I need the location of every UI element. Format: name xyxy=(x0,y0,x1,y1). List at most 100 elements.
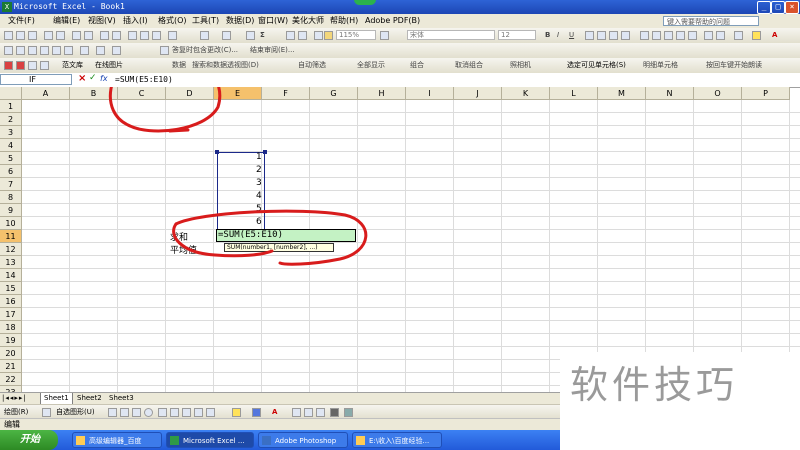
zoom-select[interactable]: 115% xyxy=(336,30,376,40)
menu-help[interactable]: 帮助(H) xyxy=(330,15,358,27)
send-mail-icon[interactable] xyxy=(112,46,121,55)
print-icon[interactable] xyxy=(72,31,81,40)
tab-sheet2[interactable]: Sheet2 xyxy=(74,393,105,404)
template-icon[interactable] xyxy=(4,61,13,70)
select-objects-icon[interactable] xyxy=(42,408,51,417)
menu-tools[interactable]: 工具(T) xyxy=(192,15,219,27)
draw-menu-button[interactable]: 绘图(R) xyxy=(4,407,28,417)
line-icon[interactable] xyxy=(108,408,117,417)
start-button[interactable]: 开始 xyxy=(0,430,58,450)
bold-icon[interactable]: B xyxy=(545,30,550,40)
select-visible-cells-button[interactable]: 选定可见单元格(S) xyxy=(567,60,626,70)
3d-icon[interactable] xyxy=(344,408,353,417)
pivot-chart-button[interactable]: 搜索和数据透视图(D) xyxy=(192,60,259,70)
show-all-button[interactable]: 全部显示 xyxy=(357,60,385,70)
menu-format[interactable]: 格式(O) xyxy=(158,15,187,27)
task-folder[interactable]: E:\收入\百度经验... xyxy=(352,432,442,448)
align-right-icon[interactable] xyxy=(609,31,618,40)
tab-sheet3[interactable]: Sheet3 xyxy=(106,393,137,404)
sheet-nav-arrows-icon[interactable]: |◂◂▸▸| xyxy=(2,393,27,404)
chart-wizard-icon[interactable] xyxy=(314,31,323,40)
delete-comment-icon[interactable] xyxy=(80,46,89,55)
diagram-icon[interactable] xyxy=(182,408,191,417)
maximize-button[interactable]: □ xyxy=(771,1,785,14)
line-color-icon[interactable] xyxy=(252,408,261,417)
speak-on-enter-button[interactable]: 按回车键开始朗读 xyxy=(706,60,762,70)
research-icon[interactable] xyxy=(112,31,121,40)
merge-center-icon[interactable] xyxy=(621,31,630,40)
task-baidu-editor[interactable]: 高级编辑器_百度 xyxy=(72,432,162,448)
italic-icon[interactable]: I xyxy=(557,30,559,40)
new-comment-icon[interactable] xyxy=(4,46,13,55)
line-style-icon[interactable] xyxy=(292,408,301,417)
spelling-icon[interactable] xyxy=(100,31,109,40)
currency-icon[interactable] xyxy=(640,31,649,40)
task-excel[interactable]: Microsoft Excel ... xyxy=(166,432,254,448)
hyperlink-icon[interactable] xyxy=(246,31,255,40)
save-icon[interactable] xyxy=(28,31,37,40)
font-size-select[interactable]: 12 xyxy=(498,30,536,40)
font-color-icon[interactable]: A xyxy=(772,30,777,40)
format-painter-icon[interactable] xyxy=(168,31,177,40)
show-all-comments-icon[interactable] xyxy=(64,46,73,55)
close-button[interactable]: × xyxy=(785,1,799,14)
cut-icon[interactable] xyxy=(128,31,137,40)
wordart-icon[interactable] xyxy=(170,408,179,417)
font-select[interactable]: 宋体 xyxy=(407,30,495,40)
worksheet-grid[interactable]: ABCDEFGHIJKLMNOP 1 2 3 4 5 6 7 8 9 10 11 12 13 14 15 16… xyxy=(0,87,800,392)
next-comment-icon[interactable] xyxy=(40,46,49,55)
task-photoshop[interactable]: Adobe Photoshop xyxy=(258,432,348,448)
dash-style-icon[interactable] xyxy=(304,408,313,417)
help-icon[interactable] xyxy=(380,31,389,40)
print-preview-icon[interactable] xyxy=(84,31,93,40)
decrease-indent-icon[interactable] xyxy=(704,31,713,40)
menu-beautify[interactable]: 美化大师 xyxy=(292,15,324,27)
sort-asc-icon[interactable] xyxy=(286,31,295,40)
borders-icon[interactable] xyxy=(734,31,743,40)
layout2-icon[interactable] xyxy=(40,61,49,70)
menu-window[interactable]: 窗口(W) xyxy=(258,15,288,27)
data-button[interactable]: 数据 xyxy=(172,60,186,70)
permission-icon[interactable] xyxy=(44,31,53,40)
layout-icon[interactable] xyxy=(28,61,37,70)
detail-cells-button[interactable]: 明细单元格 xyxy=(643,60,678,70)
fill-color-icon[interactable] xyxy=(752,31,761,40)
percent-icon[interactable] xyxy=(652,31,661,40)
arrow-icon[interactable] xyxy=(120,408,129,417)
reply-icon[interactable] xyxy=(160,46,169,55)
menu-view[interactable]: 视图(V) xyxy=(88,15,116,27)
align-left-icon[interactable] xyxy=(585,31,594,40)
open-icon[interactable] xyxy=(16,31,25,40)
textbox-icon[interactable] xyxy=(158,408,167,417)
prev-comment-icon[interactable] xyxy=(28,46,37,55)
track-changes-icon[interactable] xyxy=(96,46,105,55)
edit-comment-icon[interactable] xyxy=(16,46,25,55)
draw-font-color-icon[interactable]: A xyxy=(272,407,277,417)
increase-indent-icon[interactable] xyxy=(716,31,725,40)
underline-icon[interactable]: U xyxy=(569,30,574,40)
show-comment-icon[interactable] xyxy=(52,46,61,55)
new-icon[interactable] xyxy=(4,31,13,40)
name-box[interactable]: IF xyxy=(0,74,72,85)
paste-icon[interactable] xyxy=(152,31,161,40)
shadow-icon[interactable] xyxy=(330,408,339,417)
decrease-decimal-icon[interactable] xyxy=(688,31,697,40)
drawing-icon[interactable] xyxy=(324,31,333,40)
arrow-style-icon[interactable] xyxy=(316,408,325,417)
menu-insert[interactable]: 插入(I) xyxy=(123,15,148,27)
template2-icon[interactable] xyxy=(16,61,25,70)
enter-icon[interactable]: ✓ xyxy=(89,73,97,83)
redo-icon[interactable] xyxy=(222,31,231,40)
menu-file[interactable]: 文件(F) xyxy=(8,15,35,27)
template-library-button[interactable]: 范文库 xyxy=(62,60,83,70)
end-review-button[interactable]: 结束审阅(E)... xyxy=(250,45,295,55)
mail-icon[interactable] xyxy=(56,31,65,40)
autosum-icon[interactable]: Σ xyxy=(260,30,265,40)
draw-fill-color-icon[interactable] xyxy=(232,408,241,417)
group-button[interactable]: 组合 xyxy=(410,60,424,70)
picture-icon[interactable] xyxy=(206,408,215,417)
minimize-button[interactable]: _ xyxy=(757,1,771,14)
cancel-icon[interactable]: × xyxy=(78,73,86,84)
menu-edit[interactable]: 编辑(E) xyxy=(53,15,80,27)
menu-data[interactable]: 数据(D) xyxy=(226,15,254,27)
